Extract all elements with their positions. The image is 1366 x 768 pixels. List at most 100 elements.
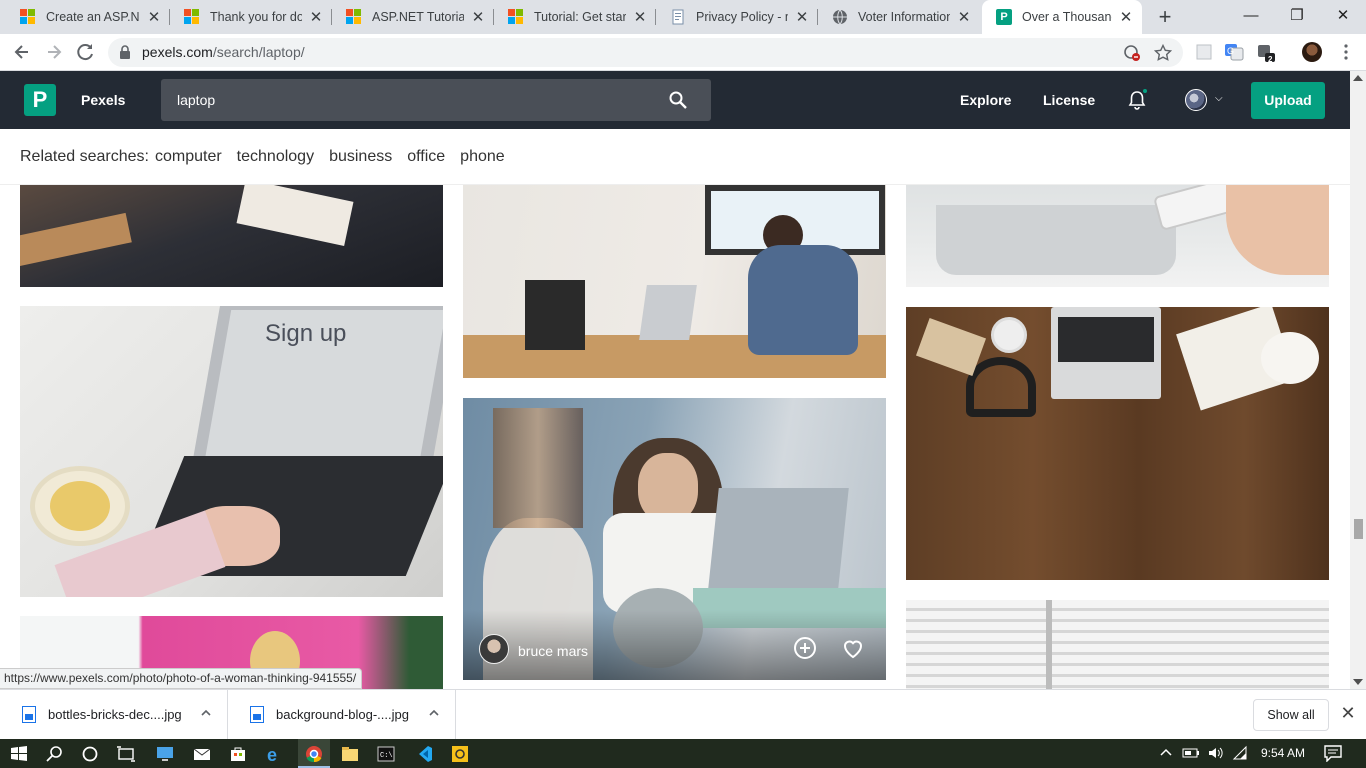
download-filename: bottles-bricks-dec....jpg bbox=[48, 707, 182, 722]
search-query: laptop bbox=[177, 92, 216, 108]
extension-icon[interactable] bbox=[1194, 42, 1214, 62]
command-prompt-icon[interactable]: C:\ bbox=[376, 744, 396, 764]
chevron-up-icon[interactable] bbox=[200, 707, 212, 719]
tab-close-icon[interactable]: ✕ bbox=[956, 8, 972, 26]
menu-kebab-icon[interactable] bbox=[1336, 42, 1356, 62]
back-icon[interactable] bbox=[8, 38, 36, 66]
nav-license[interactable]: License bbox=[1043, 71, 1095, 129]
like-heart-icon[interactable] bbox=[841, 636, 865, 660]
page-scrollbar[interactable] bbox=[1350, 71, 1366, 689]
tab-title: ASP.NET Tutorial | bbox=[372, 10, 464, 24]
photo-detail bbox=[236, 185, 354, 246]
microsoft-icon bbox=[20, 9, 36, 25]
reload-icon[interactable] bbox=[72, 38, 100, 66]
browser-tab[interactable]: ASP.NET Tutorial | ✕ bbox=[332, 0, 494, 34]
tab-close-icon[interactable]: ✕ bbox=[794, 8, 810, 26]
address-bar[interactable]: pexels.com/search/laptop/ bbox=[108, 38, 1183, 67]
browser-tab[interactable]: Tutorial: Get starte ✕ bbox=[494, 0, 656, 34]
action-center-icon[interactable] bbox=[1324, 745, 1342, 762]
download-item[interactable]: bottles-bricks-dec....jpg bbox=[0, 690, 228, 740]
download-item[interactable]: background-blog-....jpg bbox=[228, 690, 456, 740]
scroll-down-arrow[interactable] bbox=[1353, 679, 1363, 685]
windows-taskbar: e C:\ 9:54 AM bbox=[0, 739, 1366, 768]
browser-tab[interactable]: Privacy Policy - my ✕ bbox=[656, 0, 818, 34]
author-avatar[interactable] bbox=[479, 634, 509, 664]
image-file-icon bbox=[250, 706, 264, 723]
tab-close-icon[interactable]: ✕ bbox=[146, 8, 162, 26]
window-close-button[interactable]: ✕ bbox=[1320, 0, 1366, 32]
browser-tab-active[interactable]: P Over a Thousand L ✕ bbox=[982, 0, 1142, 34]
show-all-downloads-button[interactable]: Show all bbox=[1253, 699, 1329, 731]
pexels-logo[interactable]: P bbox=[24, 84, 56, 116]
tab-close-icon[interactable]: ✕ bbox=[470, 8, 486, 26]
browser-tab[interactable]: Create an ASP.NET ✕ bbox=[6, 0, 170, 34]
photo-card[interactable]: bruce mars bbox=[463, 398, 886, 680]
forward-icon[interactable] bbox=[40, 38, 68, 66]
sticky-app-icon[interactable] bbox=[450, 744, 470, 764]
related-tag[interactable]: office bbox=[407, 148, 445, 166]
edge-icon[interactable]: e bbox=[265, 744, 285, 764]
tray-chevron-up-icon[interactable] bbox=[1158, 745, 1174, 761]
photo-author-name[interactable]: bruce mars bbox=[518, 643, 588, 659]
mail-icon[interactable] bbox=[192, 744, 212, 764]
status-bar-url: https://www.pexels.com/photo/photo-of-a-… bbox=[0, 668, 363, 689]
site-brand[interactable]: Pexels bbox=[81, 71, 125, 129]
close-downloads-bar-icon[interactable]: ✕ bbox=[1338, 703, 1358, 725]
photo-detail bbox=[1226, 185, 1329, 275]
desktop-app-icon[interactable] bbox=[155, 744, 175, 764]
nav-explore[interactable]: Explore bbox=[960, 71, 1011, 129]
tab-close-icon[interactable]: ✕ bbox=[308, 8, 324, 26]
search-icon[interactable] bbox=[45, 744, 65, 764]
related-tag[interactable]: computer bbox=[155, 148, 222, 166]
extension-badge-icon[interactable] bbox=[1256, 42, 1276, 62]
notifications-bell-icon[interactable] bbox=[1126, 89, 1148, 111]
photo-card[interactable] bbox=[906, 600, 1329, 689]
maximize-button[interactable]: ❐ bbox=[1274, 0, 1320, 32]
microsoft-icon bbox=[346, 9, 362, 25]
task-view-icon[interactable] bbox=[116, 744, 136, 764]
translate-icon[interactable]: G bbox=[1224, 42, 1244, 62]
chevron-up-icon[interactable] bbox=[428, 707, 440, 719]
tab-close-icon[interactable]: ✕ bbox=[632, 8, 648, 26]
volume-icon[interactable] bbox=[1207, 745, 1223, 761]
windows-start-icon[interactable] bbox=[9, 744, 29, 764]
search-icon[interactable] bbox=[669, 91, 687, 109]
photo-card[interactable] bbox=[906, 307, 1329, 580]
user-avatar[interactable] bbox=[1185, 89, 1207, 111]
profile-avatar[interactable] bbox=[1302, 42, 1322, 62]
battery-icon[interactable] bbox=[1182, 745, 1200, 761]
site-header: P Pexels laptop Explore License bbox=[0, 71, 1350, 129]
new-tab-button[interactable]: + bbox=[1152, 4, 1178, 30]
photo-card[interactable] bbox=[463, 185, 886, 378]
upload-button[interactable]: Upload bbox=[1251, 82, 1325, 119]
browser-toolbar: pexels.com/search/laptop/ G 2 bbox=[0, 34, 1366, 71]
chrome-icon[interactable] bbox=[304, 744, 324, 764]
photo-card[interactable] bbox=[20, 185, 443, 287]
file-explorer-icon[interactable] bbox=[340, 744, 360, 764]
tracking-blocked-icon[interactable] bbox=[1123, 44, 1141, 62]
tab-close-icon[interactable]: ✕ bbox=[1118, 8, 1134, 26]
extension-badge-count: 2 bbox=[1268, 55, 1273, 64]
microsoft-icon bbox=[508, 9, 524, 25]
vs-code-icon[interactable] bbox=[414, 744, 434, 764]
bookmark-star-icon[interactable] bbox=[1154, 44, 1172, 62]
related-tag[interactable]: technology bbox=[237, 148, 314, 166]
document-icon bbox=[672, 9, 684, 25]
add-to-collection-icon[interactable] bbox=[793, 636, 817, 660]
photo-card[interactable]: Sign up bbox=[20, 306, 443, 597]
related-tag[interactable]: phone bbox=[460, 148, 505, 166]
clock-time[interactable]: 9:54 AM bbox=[1261, 739, 1305, 768]
wifi-icon[interactable] bbox=[1232, 745, 1248, 761]
cortana-icon[interactable] bbox=[80, 744, 100, 764]
scroll-up-arrow[interactable] bbox=[1353, 75, 1363, 81]
chevron-down-icon[interactable]: ⌵ bbox=[1215, 93, 1223, 104]
scrollbar-thumb[interactable] bbox=[1354, 519, 1363, 539]
store-icon[interactable] bbox=[228, 744, 248, 764]
search-input[interactable]: laptop bbox=[161, 79, 711, 121]
minimize-button[interactable]: — bbox=[1228, 0, 1274, 32]
tab-title: Privacy Policy - my bbox=[696, 10, 788, 24]
photo-card[interactable] bbox=[906, 185, 1329, 287]
related-tag[interactable]: business bbox=[329, 148, 392, 166]
browser-tab[interactable]: Thank you for dow ✕ bbox=[170, 0, 332, 34]
browser-tab[interactable]: Voter Information ✕ bbox=[818, 0, 980, 34]
